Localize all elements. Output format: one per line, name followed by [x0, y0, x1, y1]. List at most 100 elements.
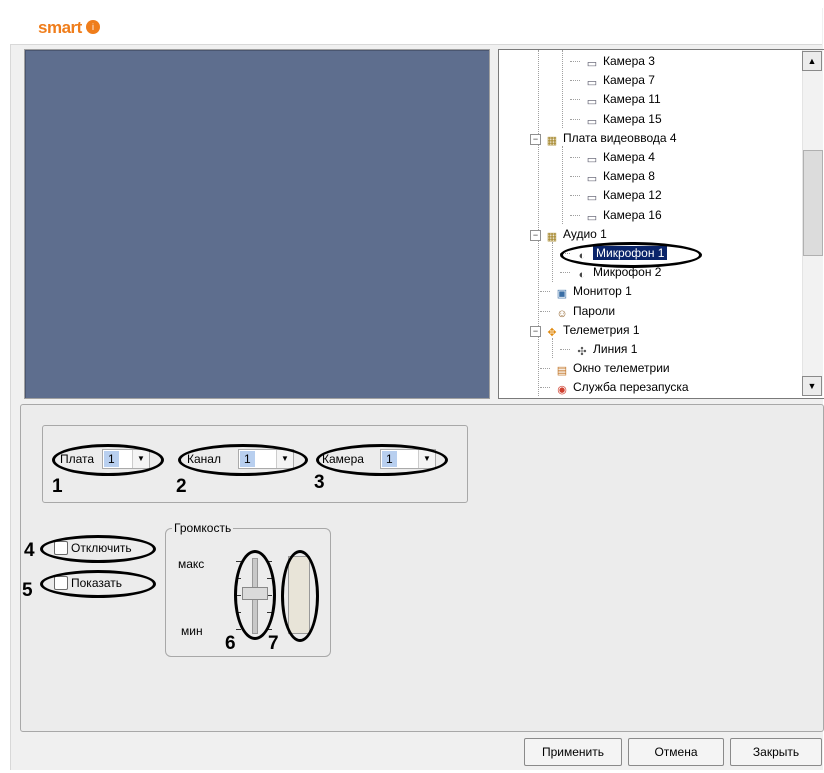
- tree-node[interactable]: ◉ Служба перезапуска: [554, 378, 689, 397]
- smart-logo: smart: [38, 18, 82, 37]
- tree-node[interactable]: ▭ Камера 11: [584, 90, 661, 108]
- camera-icon: ▭: [586, 154, 598, 166]
- callout-oval-1: [52, 444, 164, 476]
- tree-node[interactable]: − ▦ Плата видеоввода 4: [530, 129, 677, 147]
- tree-connector-line: [540, 368, 550, 370]
- collapse-icon[interactable]: −: [530, 325, 541, 337]
- audio-board-icon: ▦: [546, 230, 558, 243]
- collapse-icon[interactable]: −: [530, 133, 541, 145]
- tree-node[interactable]: ☺ Пароли: [554, 302, 615, 320]
- tree-node[interactable]: ▭ Камера 15: [584, 110, 662, 128]
- tree-node-label: Телеметрия 1: [563, 322, 640, 337]
- tree-connector-line: [560, 349, 570, 350]
- callout-oval-6: [234, 550, 276, 640]
- tree-node-label: Линия 1: [593, 342, 638, 356]
- callout-number-3: 3: [314, 472, 325, 493]
- tree-node-label: Камера 3: [603, 54, 655, 68]
- tree-node-label: Окно телеметрии: [573, 361, 670, 376]
- callout-number-4: 4: [24, 540, 35, 561]
- restart-service-icon: ◉: [557, 384, 567, 397]
- tree-connector-line: [570, 214, 580, 216]
- tree-node-label: Камера 15: [603, 111, 662, 126]
- callout-oval-5: [40, 570, 156, 598]
- tree-connector-line: [552, 338, 553, 358]
- tree-connector-line: [540, 291, 550, 293]
- close-button[interactable]: Закрыть: [730, 738, 822, 766]
- tree-connector-line: [562, 50, 563, 128]
- volume-min-label: мин: [181, 624, 203, 638]
- users-icon: ☺: [556, 307, 568, 320]
- tree-node-label: Камера 12: [603, 188, 662, 203]
- logo-mark-icon: i: [86, 20, 100, 34]
- ptz-line-icon: ✣: [577, 346, 587, 358]
- tree-node[interactable]: − ✥ Телеметрия 1: [530, 321, 640, 339]
- tree-node-label: Камера 16: [603, 207, 662, 222]
- video-preview: [24, 49, 490, 399]
- tree-node[interactable]: ▭ Камера 16: [584, 206, 662, 224]
- tree-node[interactable]: ✣ Линия 1: [574, 340, 637, 358]
- telemetry-icon: ✥: [547, 326, 557, 339]
- tree-connector-line: [570, 195, 580, 197]
- callout-number-7: 7: [268, 633, 279, 654]
- tree-node[interactable]: ▭ Камера 8: [584, 167, 655, 185]
- tree-connector-line: [570, 80, 580, 82]
- highlight-oval-selected-node: [560, 242, 702, 268]
- tree-node[interactable]: ▣ Монитор 1: [554, 282, 632, 300]
- tick-mark: [236, 629, 241, 630]
- tree-connector-line: [570, 61, 580, 62]
- callout-oval-7: [281, 550, 319, 642]
- camera-icon: ▭: [586, 173, 598, 186]
- volume-max-label: макс: [178, 557, 205, 571]
- tree-connector-line: [552, 242, 553, 282]
- scrollbar-thumb[interactable]: [803, 150, 823, 256]
- apply-button[interactable]: Применить: [524, 738, 622, 766]
- tree-node-label: Пароли: [573, 303, 616, 318]
- tree-node-label: Монитор 1: [573, 284, 632, 299]
- microphone-icon: ◐: [578, 269, 586, 282]
- volume-title: Громкость: [172, 521, 234, 535]
- callout-number-2: 2: [176, 476, 187, 497]
- tree-connector-line: [570, 118, 580, 120]
- tree-connector-line: [560, 272, 570, 274]
- camera-icon: ▭: [586, 58, 598, 70]
- tree-connector-line: [570, 176, 580, 178]
- tree-node-label: Служба перезапуска: [573, 380, 689, 395]
- tree-node[interactable]: ▤ Окно телеметрии: [554, 359, 670, 377]
- callout-number-5: 5: [22, 580, 33, 601]
- tree-node[interactable]: − ▦ Аудио 1: [530, 225, 607, 243]
- callout-oval-3: [316, 444, 448, 476]
- callout-oval-4: [40, 535, 156, 563]
- camera-icon: ▭: [586, 115, 598, 128]
- monitor-icon: ▣: [556, 288, 568, 301]
- tree-connector-line: [540, 310, 550, 312]
- board-icon: ▦: [546, 134, 558, 147]
- tree-node-label: Аудио 1: [563, 226, 607, 241]
- tree-node[interactable]: ▭ Камера 12: [584, 186, 662, 204]
- cancel-button[interactable]: Отмена: [628, 738, 724, 766]
- tree-node-label: Камера 11: [603, 92, 661, 107]
- camera-icon: ▭: [586, 192, 598, 205]
- scroll-down-button[interactable]: ▼: [802, 376, 822, 396]
- tree-connector-line: [540, 387, 550, 389]
- callout-number-6: 6: [225, 633, 236, 654]
- tree-node[interactable]: ▭ Камера 4: [584, 148, 655, 166]
- collapse-icon[interactable]: −: [530, 229, 541, 241]
- tree-node[interactable]: ▭ Камера 3: [584, 52, 655, 70]
- telemetry-window-icon: ▤: [556, 365, 568, 378]
- callout-number-1: 1: [52, 476, 63, 497]
- tree-node-label: Камера 7: [603, 73, 655, 88]
- tree-node-label: Камера 4: [603, 150, 655, 164]
- tree-node[interactable]: ▭ Камера 7: [584, 71, 655, 89]
- callout-oval-2: [178, 444, 308, 476]
- scroll-up-button[interactable]: ▲: [802, 51, 822, 71]
- tree-connector-line: [570, 157, 580, 158]
- camera-icon: ▭: [586, 96, 598, 109]
- header-bar: [10, 8, 822, 45]
- camera-icon: ▭: [586, 77, 598, 90]
- camera-icon: ▭: [586, 211, 598, 224]
- tree-node-label: Камера 8: [603, 169, 655, 184]
- tree-connector-line: [562, 146, 563, 224]
- tree-node-label: Плата видеоввода 4: [563, 130, 677, 145]
- tree-connector-line: [570, 99, 580, 101]
- tree-connector-line: [538, 50, 539, 396]
